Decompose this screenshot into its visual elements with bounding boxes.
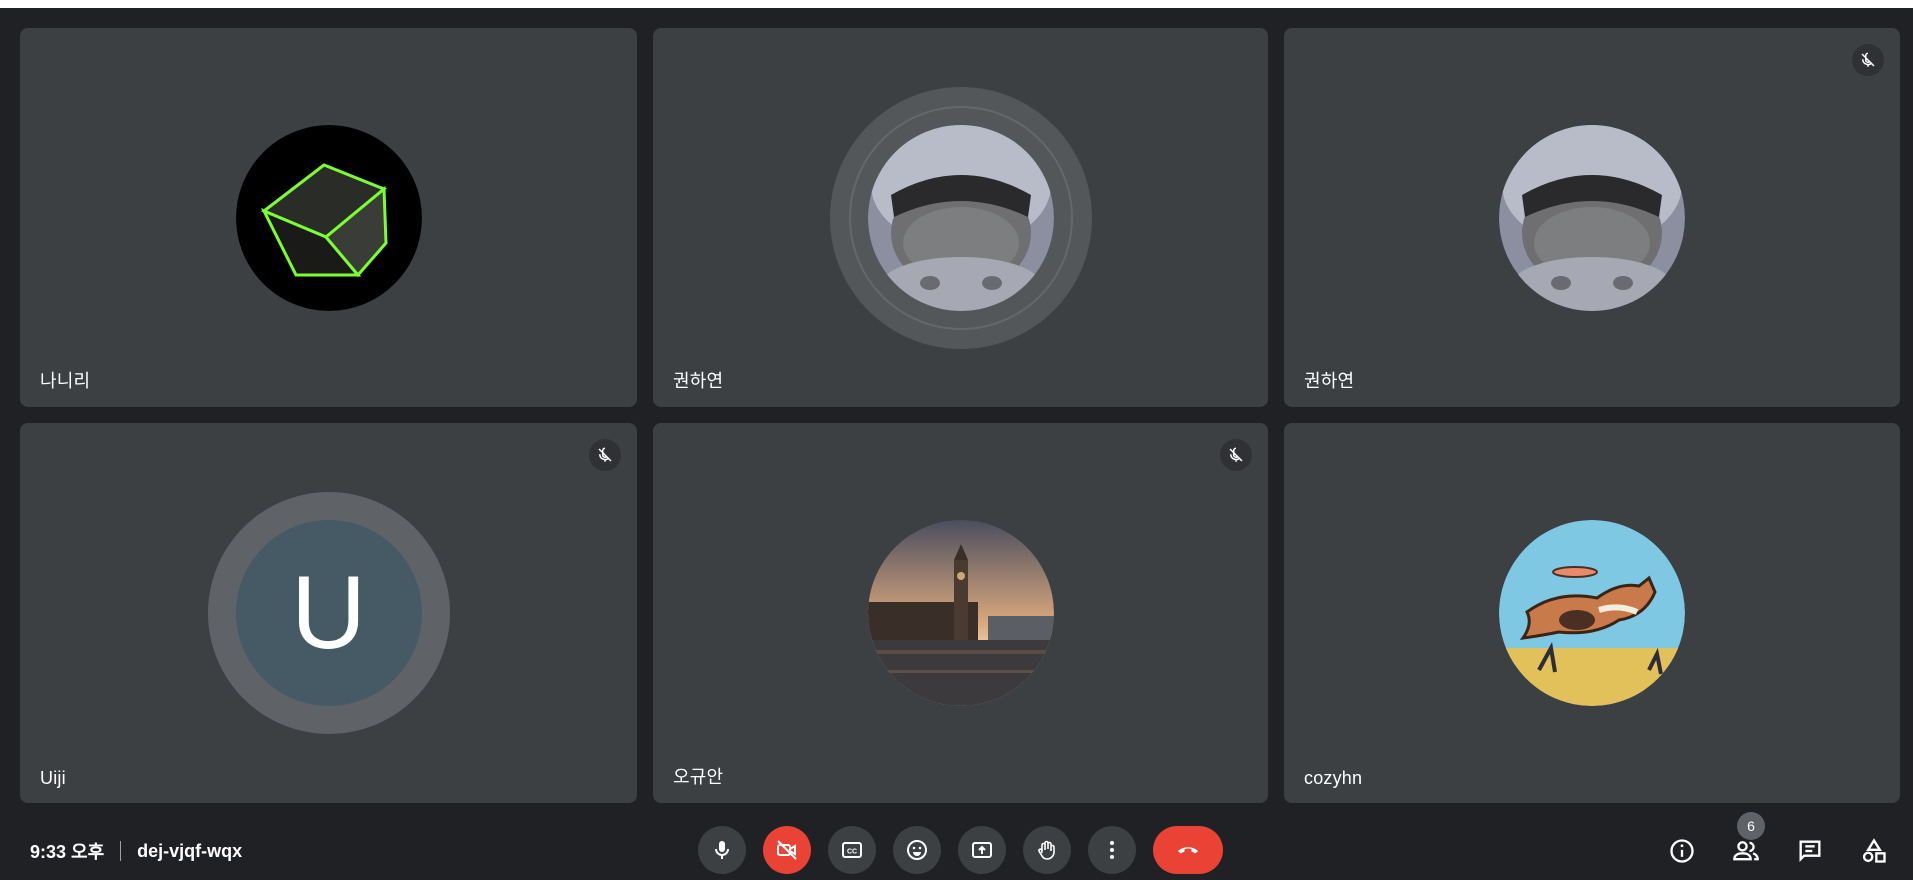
emoji-icon — [907, 840, 927, 860]
avatar-container — [1499, 124, 1685, 311]
mic-off-icon — [1852, 44, 1884, 76]
participant-tile[interactable]: 오규안 — [653, 423, 1268, 803]
participant-name: Uiji — [40, 768, 66, 788]
raise-hand-button[interactable] — [1023, 826, 1071, 874]
meeting-details-button[interactable] — [1659, 828, 1705, 874]
avatar — [867, 124, 1054, 311]
more-vert-icon — [1110, 841, 1114, 859]
call-controls: CC — [698, 826, 1223, 874]
avatar — [235, 124, 422, 311]
people-count-badge: 6 — [1737, 812, 1765, 840]
avatar-container — [1499, 520, 1685, 706]
participant-name: cozyhn — [1304, 768, 1363, 788]
mic-button[interactable] — [698, 826, 746, 874]
present-icon — [972, 842, 992, 858]
speaking-ring: U — [207, 492, 450, 734]
mic-off-icon — [1220, 439, 1252, 471]
avatar-container — [829, 86, 1092, 349]
meeting-time: 9:33 오후 — [30, 842, 105, 862]
hand-icon — [1038, 840, 1055, 860]
people-button[interactable]: 6 — [1723, 812, 1769, 874]
dog-frisbee-avatar-image — [1499, 520, 1685, 706]
captions-icon: CC — [842, 842, 862, 858]
cube-avatar-image — [235, 124, 422, 311]
character-avatar-image — [1499, 124, 1685, 311]
info-icon — [1670, 839, 1694, 863]
avatar — [1499, 124, 1685, 311]
participant-tile[interactable]: 권하연 — [653, 28, 1268, 407]
captions-button[interactable]: CC — [828, 826, 876, 874]
svg-text:CC: CC — [847, 849, 857, 856]
reactions-button[interactable] — [893, 826, 941, 874]
participant-tile[interactable]: 나니리 — [20, 28, 637, 407]
speaking-ring-inner — [848, 105, 1073, 330]
avatar — [867, 520, 1054, 706]
avatar-container — [867, 520, 1054, 706]
chat-icon — [1799, 840, 1821, 862]
call-end-icon — [1178, 847, 1198, 854]
participant-tile[interactable]: cozyhn — [1284, 423, 1900, 803]
activities-button[interactable] — [1851, 828, 1897, 874]
side-panel-buttons: 6 — [1641, 812, 1897, 874]
bottom-bar: 9:33 오후 dej-vjqf-wqx CC 6 — [0, 802, 1913, 880]
activities-icon — [1862, 838, 1886, 863]
participant-name: 권하연 — [673, 371, 724, 391]
top-strip — [0, 0, 1913, 8]
speaking-ring — [829, 86, 1092, 349]
meeting-code: dej-vjqf-wqx — [137, 840, 243, 861]
participant-tile[interactable]: U Uiji — [20, 423, 637, 803]
more-options-button[interactable] — [1088, 826, 1136, 874]
chat-button[interactable] — [1787, 828, 1833, 874]
big-ben-avatar-image — [867, 520, 1054, 706]
avatar — [1499, 520, 1685, 706]
participant-tile[interactable]: 권하연 — [1284, 28, 1900, 407]
participant-grid: 나니리 권하연 권하연 U Uiji 오규안 cozyhn — [20, 28, 1900, 803]
people-icon — [1733, 841, 1759, 861]
avatar-container: U — [207, 492, 450, 734]
mic-off-icon — [589, 439, 621, 471]
meeting-info: 9:33 오후 dej-vjqf-wqx — [30, 838, 242, 864]
present-button[interactable] — [958, 826, 1006, 874]
divider — [120, 841, 122, 861]
camera-toggle-button[interactable] — [763, 826, 811, 874]
letter-avatar: U — [235, 520, 422, 706]
mic-icon — [715, 841, 729, 859]
participant-name: 오규안 — [673, 767, 724, 787]
leave-call-button[interactable] — [1153, 826, 1223, 874]
character-avatar-image — [867, 124, 1054, 311]
avatar-container — [235, 124, 422, 311]
participant-name: 권하연 — [1304, 371, 1355, 391]
camera-off-icon — [777, 840, 797, 860]
participant-name: 나니리 — [40, 371, 91, 391]
